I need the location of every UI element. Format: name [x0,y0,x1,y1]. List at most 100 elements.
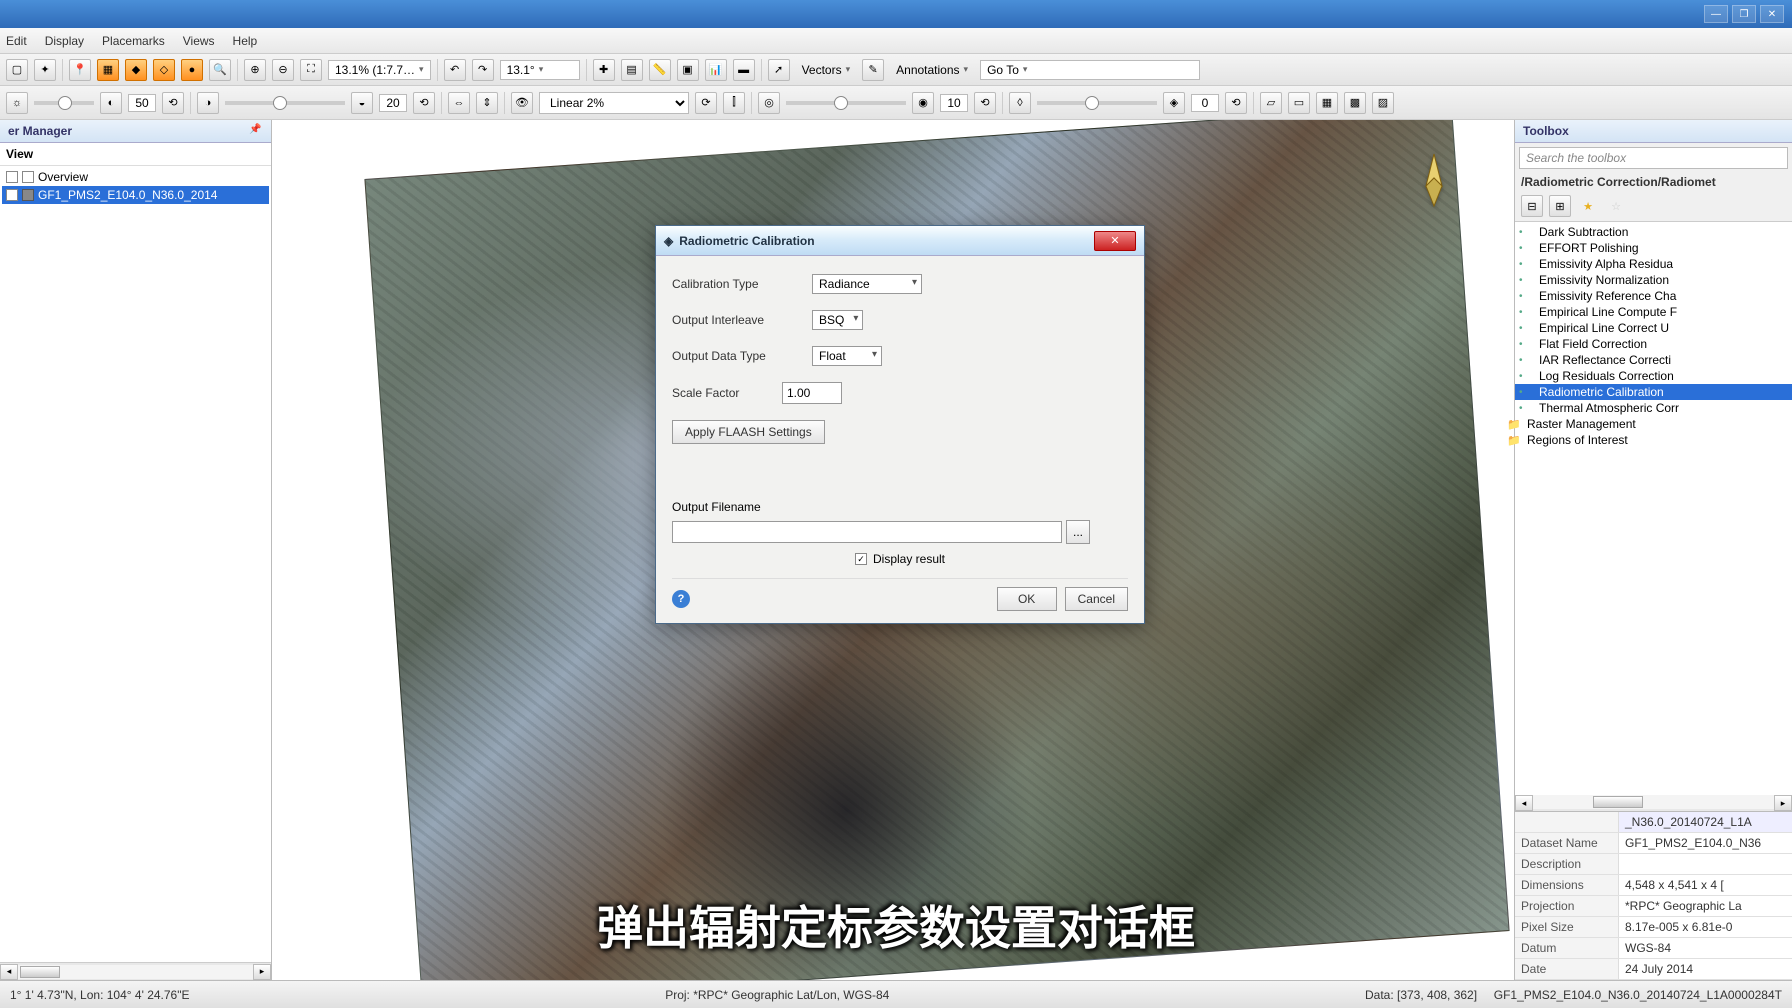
tree-item[interactable]: Emissivity Reference Cha [1515,288,1792,304]
target-icon[interactable]: ✦ [34,59,56,81]
tree-item[interactable]: Emissivity Normalization [1515,272,1792,288]
refresh3-icon[interactable]: ⟲ [974,92,996,114]
tree-item[interactable]: Flat Field Correction [1515,336,1792,352]
tree-folder[interactable]: Regions of Interest [1515,432,1792,448]
nav-up-icon[interactable]: ◆ [125,59,147,81]
rotate-right-icon[interactable]: ↷ [472,59,494,81]
grid1-icon[interactable]: ▦ [1316,92,1338,114]
display-result-checkbox[interactable]: ✓ [855,553,867,565]
tree-scrollbar[interactable]: ◂ ▸ [1515,795,1792,811]
refresh4-icon[interactable]: ⟲ [1225,92,1247,114]
stretch-dropdown[interactable]: Linear 2% [539,92,689,114]
browse-button[interactable]: ... [1066,520,1090,544]
tree-item[interactable]: Log Residuals Correction [1515,368,1792,384]
sharpen-icon[interactable]: ◎ [758,92,780,114]
tree-item[interactable]: Dark Subtraction [1515,224,1792,240]
text-icon[interactable]: ▬ [733,59,755,81]
rotate-left-icon[interactable]: ↶ [444,59,466,81]
layer-overview[interactable]: Overview [2,168,269,186]
crosshair-icon[interactable]: ✚ [593,59,615,81]
pin-icon[interactable]: 📌 [249,124,263,138]
tree-item[interactable]: Empirical Line Compute F [1515,304,1792,320]
zoom-tool-icon[interactable]: 🔍 [209,59,231,81]
transparency-value[interactable]: 0 [1191,94,1219,112]
scale-factor-input[interactable] [782,382,842,404]
scroll-thumb[interactable] [20,966,60,978]
output-interleave-dropdown[interactable]: BSQ [812,310,863,330]
tree-item[interactable]: EFFORT Polishing [1515,240,1792,256]
transparency-icon[interactable]: ◊ [1009,92,1031,114]
gamma-icon[interactable]: ◑ [197,92,219,114]
gamma-value[interactable]: 20 [379,94,407,112]
histogram-icon[interactable]: ⫿ [723,92,745,114]
layer-item-selected[interactable]: ✓ GF1_PMS2_E104.0_N36.0_2014 [2,186,269,204]
measure-icon[interactable]: 📏 [649,59,671,81]
fit-width-icon[interactable]: ⇔ [448,92,470,114]
chart-icon[interactable]: 📊 [705,59,727,81]
layer-checkbox[interactable]: ✓ [6,189,18,201]
sharpen-slider[interactable] [786,101,906,105]
globe-icon[interactable]: ● [181,59,203,81]
refresh-icon[interactable]: ⟲ [162,92,184,114]
annotation-icon[interactable]: ✎ [862,59,884,81]
rotation-dropdown[interactable]: 13.1° [500,60,580,80]
chip-icon[interactable]: ▭ [1288,92,1310,114]
tree-item[interactable]: Thermal Atmospheric Corr [1515,400,1792,416]
gamma-end-icon[interactable]: ◒ [351,92,373,114]
cancel-button[interactable]: Cancel [1065,587,1128,611]
scroll-thumb[interactable] [1593,796,1643,808]
scroll-left-icon[interactable]: ◂ [0,964,18,980]
overview-visibility[interactable] [22,171,34,183]
scroll-right-icon[interactable]: ▸ [1774,795,1792,811]
brightness-value[interactable]: 50 [128,94,156,112]
tree-item[interactable]: Empirical Line Correct U [1515,320,1792,336]
transparency-slider[interactable] [1037,101,1157,105]
pin-icon[interactable]: 📍 [69,59,91,81]
menu-views[interactable]: Views [183,34,215,48]
maximize-button[interactable]: ❐ [1732,5,1756,23]
scroll-right-icon[interactable]: ▸ [253,964,271,980]
brightness-icon[interactable]: ☼ [6,92,28,114]
grid2-icon[interactable]: ▩ [1344,92,1366,114]
tree-folder[interactable]: Raster Management [1515,416,1792,432]
tree-item[interactable]: Radiometric Calibration [1515,384,1792,400]
zoom-out-icon[interactable]: ⊖ [272,59,294,81]
menu-display[interactable]: Display [45,34,84,48]
vectors-dropdown[interactable]: Vectors [796,61,857,79]
favorite-icon[interactable]: ★ [1577,195,1599,217]
close-window-button[interactable]: ✕ [1760,5,1784,23]
favorite-empty-icon[interactable]: ☆ [1605,195,1627,217]
eye-icon[interactable]: 👁 [511,92,533,114]
nav-down-icon[interactable]: ◇ [153,59,175,81]
refresh2-icon[interactable]: ⟲ [413,92,435,114]
crop-icon[interactable]: ▣ [677,59,699,81]
tree-item[interactable]: IAR Reflectance Correcti [1515,352,1792,368]
scroll-track[interactable] [18,965,253,979]
folder-icon[interactable]: ▦ [97,59,119,81]
zoom-in-icon[interactable]: ⊕ [244,59,266,81]
dialog-titlebar[interactable]: ◈ Radiometric Calibration ✕ [656,226,1144,256]
dialog-close-button[interactable]: ✕ [1094,231,1136,251]
annotations-dropdown[interactable]: Annotations [890,61,974,79]
gamma-slider[interactable] [225,101,345,105]
reload-icon[interactable]: ⟳ [695,92,717,114]
grid3-icon[interactable]: ▨ [1372,92,1394,114]
menu-edit[interactable]: Edit [6,34,27,48]
select-icon[interactable]: ▱ [1260,92,1282,114]
sharpen-value[interactable]: 10 [940,94,968,112]
contrast-icon[interactable]: ◐ [100,92,122,114]
scroll-left-icon[interactable]: ◂ [1515,795,1533,811]
screen-icon[interactable]: ▢ [6,59,28,81]
expand-icon[interactable]: ⊞ [1549,195,1571,217]
output-filename-input[interactable] [672,521,1062,543]
zoom-level-dropdown[interactable]: 13.1% (1:7.7… [328,60,431,80]
collapse-icon[interactable]: ⊟ [1521,195,1543,217]
overview-checkbox[interactable] [6,171,18,183]
toolbox-search-input[interactable]: Search the toolbox [1519,147,1788,169]
output-data-type-dropdown[interactable]: Float [812,346,882,366]
scroll-track[interactable] [1533,795,1774,809]
layers-icon[interactable]: ▤ [621,59,643,81]
tree-item[interactable]: Emissivity Alpha Residua [1515,256,1792,272]
menu-help[interactable]: Help [233,34,258,48]
layer-scrollbar[interactable]: ◂ ▸ [0,962,271,980]
